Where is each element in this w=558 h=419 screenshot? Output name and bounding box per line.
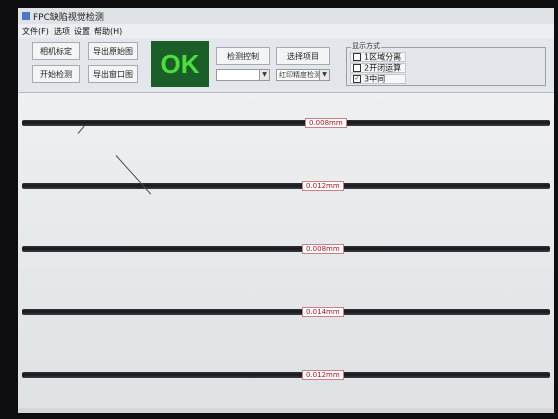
fpc-trace-line [22,183,550,189]
option-label: 2开闭运算 [364,63,402,73]
menu-options[interactable]: 选项 [54,26,70,37]
inspection-item-value: 红印精度检测 [279,71,321,79]
window-title: FPC缺陷视觉检测 [33,13,104,23]
fpc-trace-line [22,120,550,126]
fpc-trace-line [22,246,550,252]
fpc-trace-line [22,372,550,378]
app-icon [22,12,30,20]
measurement-label: 0.008mm [302,244,344,254]
display-mode-group: 显示方式 1区域分离 2开闭运算 ✓ 3中间 [346,41,546,86]
detection-mode-select[interactable]: ▼ [216,69,270,81]
checkbox-checked-icon[interactable]: ✓ [353,75,361,83]
option-label: 3中间 [364,74,386,84]
measurement-label: 0.012mm [302,370,344,380]
checkbox-icon[interactable] [353,53,361,61]
option-region-separation[interactable]: 1区域分离 [350,52,406,62]
option-open-close-operation[interactable]: 2开闭运算 [350,63,406,73]
monitor-screen: FPC缺陷视觉检测 文件(F) 选项 设置 帮助(H) 相机标定 开始检测 导出… [18,8,554,413]
menu-file[interactable]: 文件(F) [22,26,49,37]
checkbox-icon[interactable] [353,64,361,72]
scratch-defect [77,125,85,134]
chevron-down-icon: ▼ [259,70,269,80]
result-ok-indicator: OK [151,41,209,87]
menu-bar: 文件(F) 选项 设置 帮助(H) [18,24,554,38]
start-detection-button[interactable]: 开始检测 [32,65,80,83]
option-label: 1区域分离 [364,52,402,62]
menu-help[interactable]: 帮助(H) [94,26,122,37]
inspection-item-select[interactable]: 红印精度检测 ▼ [276,69,330,81]
measurement-label: 0.014mm [302,307,344,317]
status-bar [18,408,554,413]
detection-control-button[interactable]: 检测控制 [216,47,270,65]
inspection-image-view: 0.008mm 0.012mm 0.008mm 0.014mm 0.012mm [18,93,554,413]
fpc-trace-line [22,309,550,315]
camera-calibration-button[interactable]: 相机标定 [32,42,80,60]
menu-settings[interactable]: 设置 [74,26,90,37]
chevron-down-icon: ▼ [319,70,329,80]
measurement-label: 0.012mm [302,181,344,191]
export-window-image-button[interactable]: 导出窗口图 [88,65,138,83]
title-bar: FPC缺陷视觉检测 [18,8,554,25]
option-middle[interactable]: ✓ 3中间 [350,74,406,84]
select-project-button[interactable]: 选择项目 [276,47,330,65]
measurement-label: 0.008mm [305,118,347,128]
toolbar: 相机标定 开始检测 导出原始图 导出窗口图 OK 检测控制 选择项目 ▼ 红印精… [18,38,554,93]
display-mode-title: 显示方式 [351,41,381,51]
export-original-image-button[interactable]: 导出原始图 [88,42,138,60]
